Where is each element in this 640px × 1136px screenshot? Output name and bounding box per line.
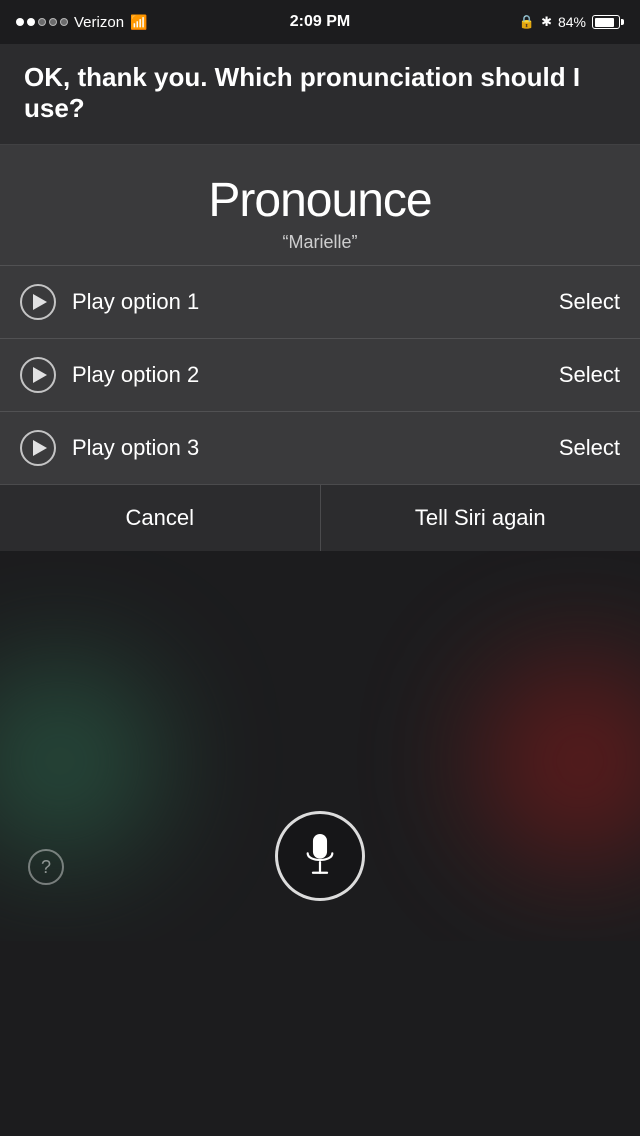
pronounce-subtitle: “Marielle” (16, 232, 624, 253)
carrier-name: Verizon (74, 14, 124, 31)
options-list: Play option 1 Select Play option 2 Selec… (0, 265, 640, 484)
signal-dot-1 (16, 18, 24, 26)
option-left-3: Play option 3 (20, 430, 199, 466)
play-icon-3[interactable] (20, 430, 56, 466)
play-triangle-2 (33, 367, 47, 383)
play-triangle-3 (33, 440, 47, 456)
pronounce-title-area: Pronounce “Marielle” (0, 145, 640, 265)
signal-dots (16, 18, 68, 26)
option-label-3: Play option 3 (72, 435, 199, 461)
pronounce-title: Pronounce (16, 173, 624, 228)
siri-question: OK, thank you. Which pronunciation shoul… (24, 62, 616, 124)
color-blob-green (0, 661, 160, 861)
play-icon-1[interactable] (20, 284, 56, 320)
signal-dot-3 (38, 18, 46, 26)
battery-percent: 84% (558, 14, 586, 30)
lock-icon: 🔒 (519, 14, 535, 30)
option-left-1: Play option 1 (20, 284, 199, 320)
wifi-icon: 📶 (130, 14, 147, 31)
select-button-2[interactable]: Select (559, 362, 620, 388)
microphone-icon (302, 834, 338, 878)
status-time: 2:09 PM (290, 13, 350, 31)
help-button[interactable]: ? (28, 849, 64, 885)
mic-button[interactable] (275, 811, 365, 901)
option-row-3[interactable]: Play option 3 Select (0, 412, 640, 484)
siri-header: OK, thank you. Which pronunciation shoul… (0, 44, 640, 145)
action-buttons: Cancel Tell Siri again (0, 484, 640, 551)
color-blob-red (480, 661, 640, 861)
signal-dot-5 (60, 18, 68, 26)
siri-background: ? (0, 551, 640, 941)
battery-icon (592, 15, 624, 29)
pronounce-panel: Pronounce “Marielle” Play option 1 Selec… (0, 145, 640, 484)
option-label-1: Play option 1 (72, 289, 199, 315)
bluetooth-icon: ✱ (541, 14, 552, 30)
option-left-2: Play option 2 (20, 357, 199, 393)
select-button-1[interactable]: Select (559, 289, 620, 315)
tell-again-button[interactable]: Tell Siri again (321, 485, 640, 551)
play-icon-2[interactable] (20, 357, 56, 393)
play-triangle-1 (33, 294, 47, 310)
option-row-2[interactable]: Play option 2 Select (0, 339, 640, 412)
signal-dot-4 (49, 18, 57, 26)
cancel-button[interactable]: Cancel (0, 485, 321, 551)
select-button-3[interactable]: Select (559, 435, 620, 461)
option-label-2: Play option 2 (72, 362, 199, 388)
status-bar: Verizon 📶 2:09 PM 🔒 ✱ 84% (0, 0, 640, 44)
mic-container (275, 811, 365, 901)
status-left: Verizon 📶 (16, 14, 147, 31)
option-row-1[interactable]: Play option 1 Select (0, 266, 640, 339)
status-right: 🔒 ✱ 84% (519, 14, 624, 30)
signal-dot-2 (27, 18, 35, 26)
